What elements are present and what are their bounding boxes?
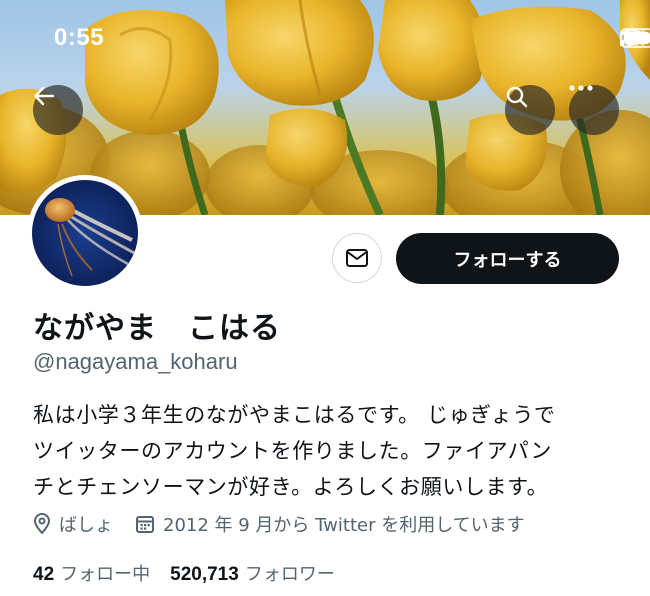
following-link[interactable]: 42 フォロー中 — [33, 560, 150, 586]
bio-line: ツイッターのアカウントを作りました。ファイアパン — [33, 439, 553, 463]
more-horizontal-icon — [569, 85, 593, 91]
avatar-image — [32, 180, 138, 286]
back-button[interactable] — [33, 85, 83, 135]
status-time: 0:55 — [54, 24, 105, 51]
calendar-icon — [136, 516, 154, 533]
joined-text: 2012 年 9 月から Twitter を利用しています — [163, 515, 525, 536]
arrow-left-icon — [34, 86, 55, 106]
bio-line: 私は小学３年生のながやまこはるです。 じゅぎょうで — [33, 403, 556, 427]
battery-icon — [620, 28, 650, 48]
joined-item: 2012 年 9 月から Twitter を利用しています — [135, 511, 525, 537]
display-name: ながやま こはる — [33, 311, 281, 346]
search-icon — [506, 86, 528, 108]
user-handle: @nagayama_koharu — [33, 349, 238, 374]
following-count: 42 — [33, 564, 55, 585]
mail-icon — [346, 249, 368, 267]
avatar[interactable] — [27, 175, 143, 291]
more-options-button[interactable] — [569, 85, 619, 135]
location-item: ばしょ — [33, 511, 113, 537]
followers-label: フォロワー — [244, 564, 335, 585]
location-text: ばしょ — [59, 515, 113, 536]
bio-line: チとチェンソーマンが好き。よろしくお願いします。 — [33, 475, 549, 499]
location-pin-icon — [34, 513, 50, 534]
profile-meta: ばしょ 2012 年 9 月から Twitter を利用しています — [33, 511, 547, 537]
message-button[interactable] — [332, 233, 382, 283]
following-label: フォロー中 — [60, 564, 151, 585]
followers-count: 520,713 — [170, 564, 239, 585]
search-button[interactable] — [505, 85, 555, 135]
followers-link[interactable]: 520,713 フォロワー — [170, 560, 335, 586]
follow-stats: 42 フォロー中 520,713 フォロワー — [33, 560, 355, 586]
follow-button[interactable]: フォローする — [396, 233, 619, 284]
profile-bio: 私は小学３年生のながやまこはるです。 じゅぎょうで ツイッターのアカウントを作り… — [33, 397, 623, 505]
jellyfish-image — [32, 180, 138, 286]
